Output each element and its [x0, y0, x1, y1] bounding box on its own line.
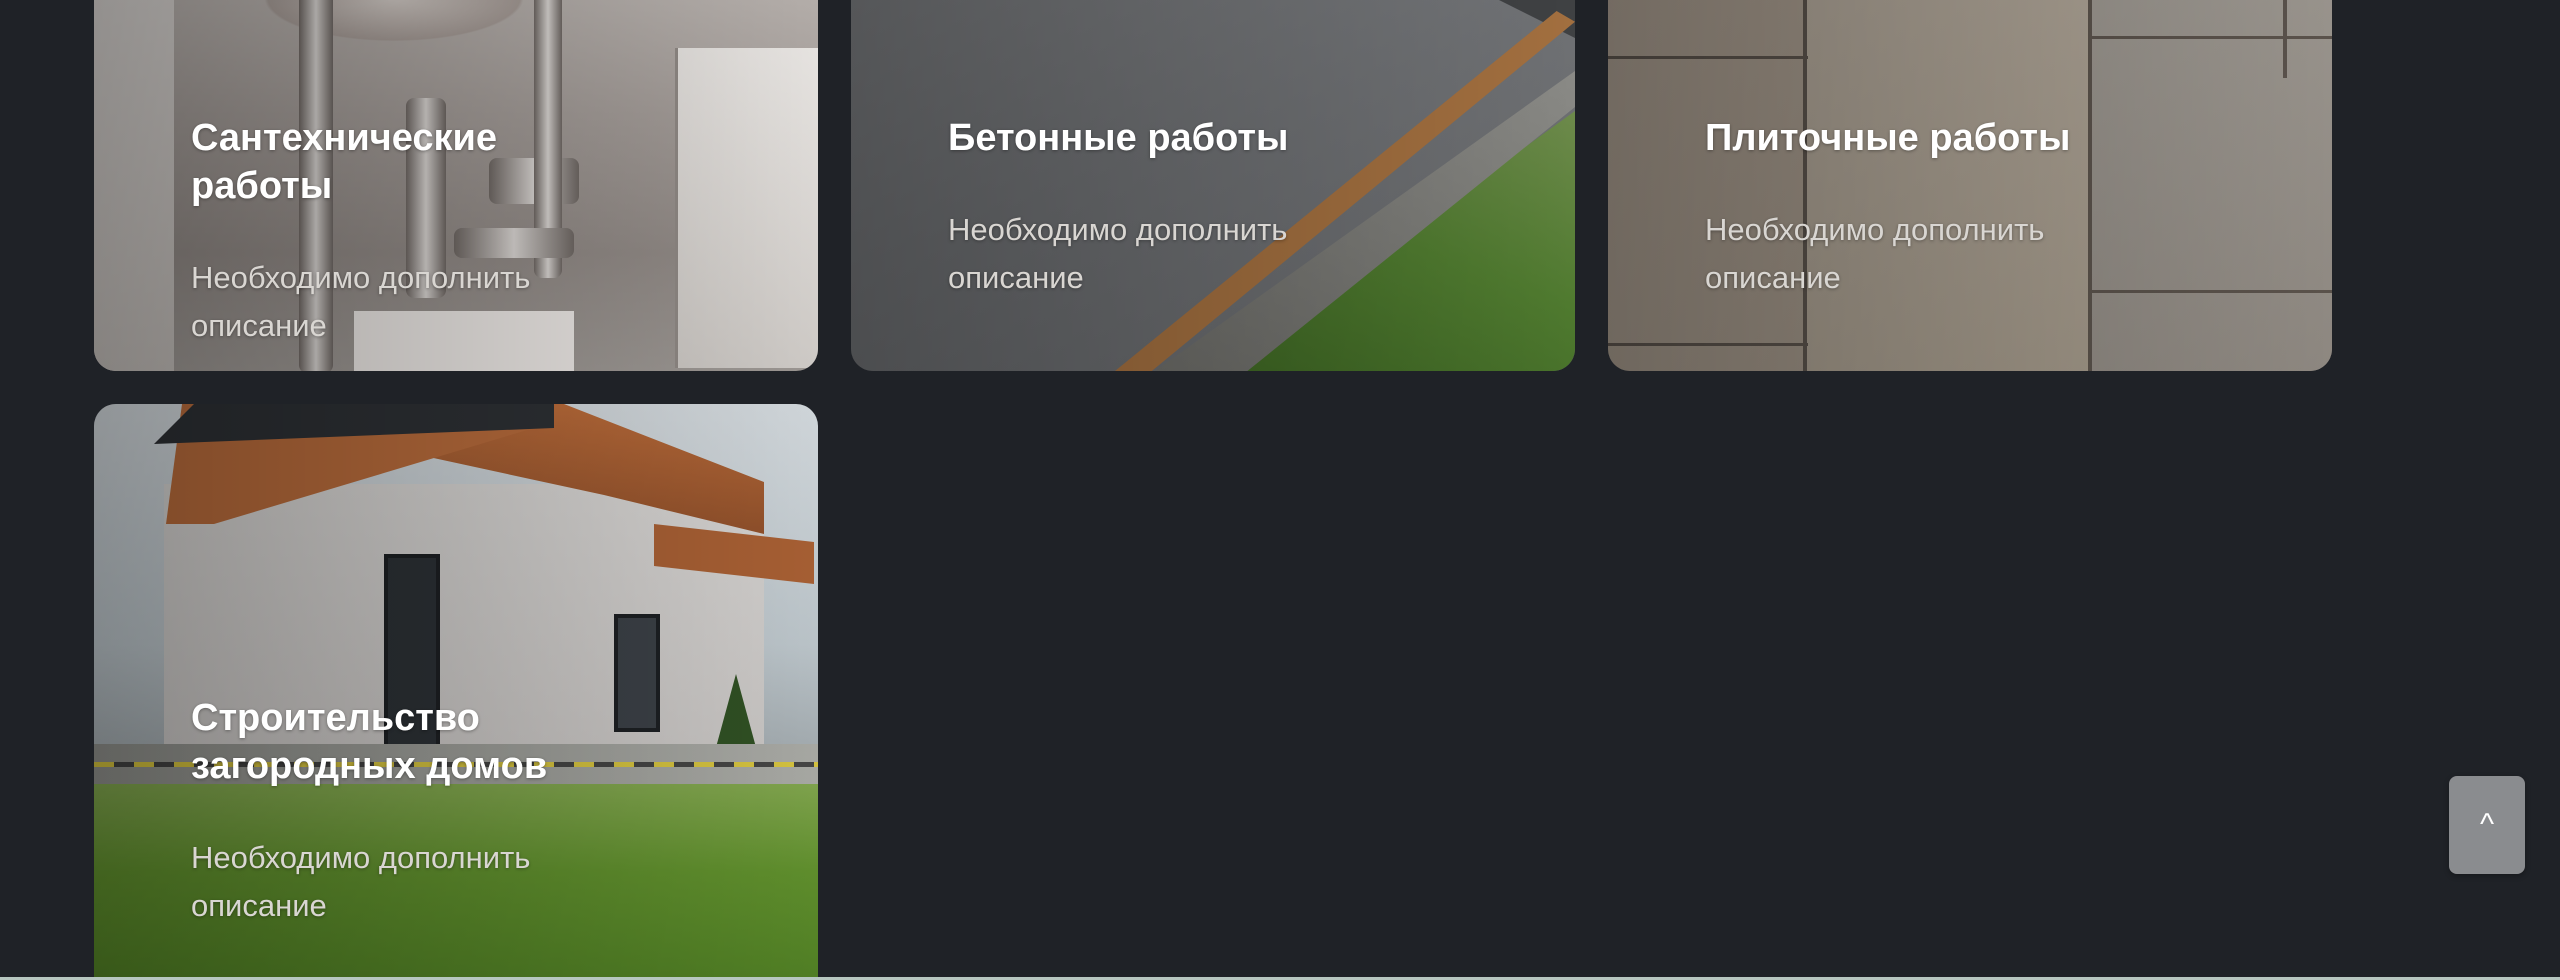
service-description: Необходимо дополнить описание	[1705, 212, 2045, 295]
scroll-to-top-button[interactable]: ^	[2449, 776, 2525, 874]
service-card-tiles[interactable]: Плиточные работы Необходимо дополнить оп…	[1608, 0, 2332, 371]
service-card-houses[interactable]: Строительство загородных домов Необходим…	[94, 404, 818, 980]
service-card-plumbing[interactable]: Сантехнические работы Необходимо дополни…	[94, 0, 818, 371]
service-description: Необходимо дополнить описание	[191, 260, 531, 343]
service-card-concrete[interactable]: Бетонные работы Необходимо дополнить опи…	[851, 0, 1575, 371]
service-title: Плиточные работы	[1705, 117, 2071, 159]
service-title: Бетонные работы	[948, 117, 1289, 159]
service-title: Строительство загородных домов	[191, 697, 548, 787]
service-description: Необходимо дополнить описание	[191, 840, 531, 923]
chevron-up-icon: ^	[2479, 808, 2495, 841]
service-description: Необходимо дополнить описание	[948, 212, 1288, 295]
services-page: Сантехнические работы Необходимо дополни…	[0, 0, 2560, 980]
service-title: Сантехнические работы	[191, 117, 498, 207]
